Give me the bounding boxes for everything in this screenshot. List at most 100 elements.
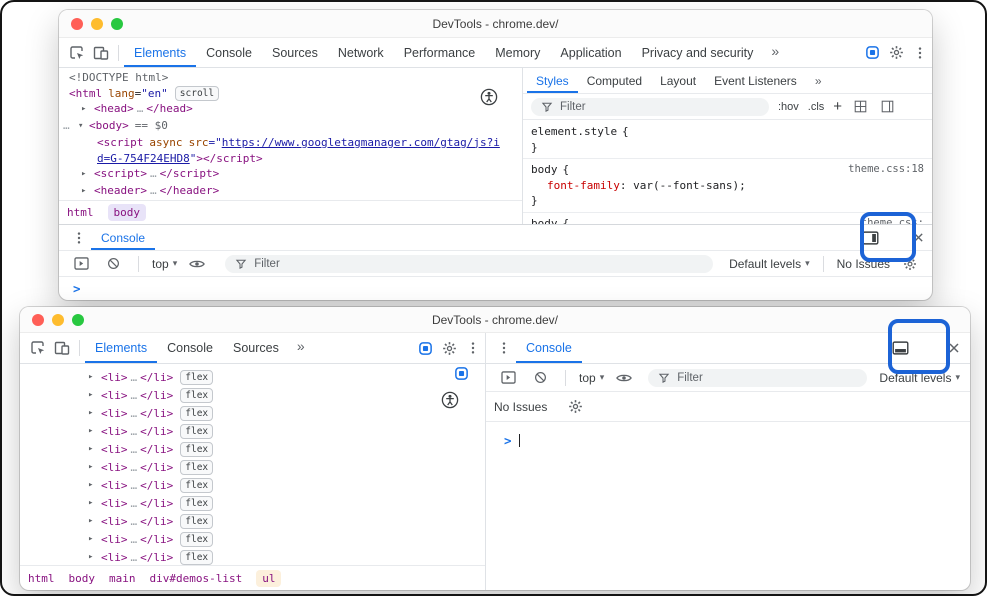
collapsed-content-ellipsis[interactable]: … — [128, 461, 141, 474]
device-toolbar-icon[interactable] — [50, 336, 74, 360]
tree-row[interactable]: ▸<li>…</li>flex — [20, 422, 485, 440]
collapsed-content-ellipsis[interactable]: … — [128, 479, 141, 492]
breadcrumb-item-html[interactable]: html — [67, 206, 94, 219]
grid-toggle-icon[interactable] — [851, 95, 869, 119]
collapsed-content-ellipsis[interactable]: … — [128, 425, 141, 438]
expand-arrow-icon[interactable]: ▸ — [81, 184, 94, 200]
accessibility-icon[interactable] — [480, 88, 498, 106]
flex-badge[interactable]: flex — [180, 496, 213, 511]
expand-arrow-icon[interactable]: ▸ — [88, 372, 101, 382]
zoom-window-button[interactable] — [72, 314, 84, 326]
expand-arrow-icon[interactable]: ▸ — [81, 167, 94, 183]
tree-row[interactable]: ▸<li>…</li>flex — [20, 386, 485, 404]
breadcrumb-item-demos-list[interactable]: div#demos-list — [150, 572, 243, 585]
tab-console[interactable]: Console — [196, 38, 262, 67]
stylesheet-link[interactable]: theme.css:18 — [848, 162, 924, 178]
console-sidebar-toggle-icon[interactable] — [69, 252, 93, 276]
dock-to-right-button[interactable] — [858, 226, 882, 250]
tree-row[interactable]: <!DOCTYPE html> — [59, 70, 522, 86]
tab-event-listeners[interactable]: Event Listeners — [705, 68, 806, 93]
more-tabs-button[interactable]: » — [763, 38, 787, 67]
context-selector[interactable]: top▾ — [152, 257, 177, 271]
console-prompt[interactable]: > — [59, 277, 932, 300]
flex-badge[interactable]: flex — [180, 478, 213, 493]
inspect-icon[interactable] — [26, 336, 50, 360]
tree-row[interactable]: ▸<li>…</li>flex — [20, 476, 485, 494]
flex-badge[interactable]: flex — [180, 370, 213, 385]
collapsed-content-ellipsis[interactable]: … — [128, 389, 141, 402]
collapse-arrow-icon[interactable]: ▾ — [78, 119, 89, 135]
expand-arrow-icon[interactable]: ▸ — [88, 480, 101, 490]
breadcrumb-item-html[interactable]: html — [28, 572, 55, 585]
css-rule[interactable]: body{theme.css: — [523, 216, 932, 225]
flex-badge[interactable]: flex — [180, 550, 213, 565]
close-window-button[interactable] — [32, 314, 44, 326]
log-level-selector[interactable]: Default levels▾ — [729, 257, 810, 271]
expand-arrow-icon[interactable]: ▸ — [88, 408, 101, 418]
collapsed-content-ellipsis[interactable]: … — [147, 167, 160, 180]
log-level-selector[interactable]: Default levels▾ — [879, 371, 960, 385]
breadcrumb-item-body[interactable]: body — [69, 572, 96, 585]
expand-arrow-icon[interactable]: ▸ — [88, 534, 101, 544]
device-toolbar-icon[interactable] — [89, 41, 113, 65]
console-filter-input[interactable]: Filter — [225, 255, 713, 273]
close-devtools-button[interactable] — [942, 336, 966, 360]
tab-console[interactable]: Console — [157, 333, 223, 363]
tab-styles[interactable]: Styles — [527, 68, 578, 93]
pane-toggle-icon[interactable] — [878, 95, 896, 119]
drawer-tab-console[interactable]: Console — [91, 225, 155, 250]
tab-memory[interactable]: Memory — [485, 38, 550, 67]
tree-row[interactable]: <htmllang="en"scroll — [59, 86, 522, 102]
tree-row[interactable]: ▸<li>…</li>flex — [20, 494, 485, 512]
settings-gear-icon[interactable] — [884, 41, 908, 65]
css-rule[interactable]: body{theme.css:18 — [523, 162, 932, 178]
collapsed-content-ellipsis[interactable]: … — [128, 371, 141, 384]
tree-row[interactable]: ▸<li>…</li>flex — [20, 440, 485, 458]
flex-badge[interactable]: flex — [180, 424, 213, 439]
inspect-icon[interactable] — [65, 41, 89, 65]
tab-sources[interactable]: Sources — [262, 38, 328, 67]
expand-arrow-icon[interactable]: ▸ — [88, 498, 101, 508]
collapsed-content-ellipsis[interactable]: … — [128, 443, 141, 456]
expand-arrow-icon[interactable]: ▸ — [88, 390, 101, 400]
tree-row-selected[interactable]: …▾<body>== $0 — [59, 118, 522, 135]
minimize-window-button[interactable] — [52, 314, 64, 326]
tree-row[interactable]: ▸<script>…</script> — [59, 166, 522, 183]
close-window-button[interactable] — [71, 18, 83, 30]
more-tabs-button[interactable]: » — [289, 333, 313, 363]
stylesheet-link[interactable]: theme.css: — [861, 216, 924, 225]
node-overflow-icon[interactable]: … — [63, 118, 78, 134]
collapsed-content-ellipsis[interactable]: … — [128, 515, 141, 528]
collapsed-content-ellipsis[interactable]: … — [128, 407, 141, 420]
console-filter-input[interactable]: Filter — [648, 369, 867, 387]
console-settings-gear-icon[interactable] — [563, 395, 587, 419]
sync-icon[interactable] — [860, 41, 884, 65]
console-sidebar-toggle-icon[interactable] — [496, 366, 520, 390]
tree-row[interactable]: ▸<head>…</head> — [59, 101, 522, 118]
scroll-badge[interactable]: scroll — [175, 86, 219, 101]
expand-arrow-icon[interactable]: ▸ — [81, 102, 94, 118]
console-prompt[interactable]: > — [486, 422, 970, 448]
collapsed-content-ellipsis[interactable]: … — [128, 551, 141, 564]
tree-row[interactable]: ▸<li>…</li>flex — [20, 404, 485, 422]
collapsed-content-ellipsis[interactable]: … — [147, 184, 160, 197]
drawer-tab-console[interactable]: Console — [516, 333, 582, 363]
tab-performance[interactable]: Performance — [394, 38, 486, 67]
tab-application[interactable]: Application — [550, 38, 631, 67]
tab-privacy-security[interactable]: Privacy and security — [632, 38, 764, 67]
breadcrumb-item-ul[interactable]: ul — [256, 570, 281, 587]
expand-arrow-icon[interactable]: ▸ — [88, 462, 101, 472]
tree-row[interactable]: ▸<li>…</li>flex — [20, 512, 485, 530]
drawer-menu-dots-icon[interactable] — [492, 336, 516, 360]
pseudo-state-button[interactable]: :hov — [778, 101, 799, 113]
css-declaration[interactable]: font-family: var(--font-sans); — [523, 178, 932, 194]
breadcrumb-item-body[interactable]: body — [108, 204, 147, 221]
flex-badge[interactable]: flex — [180, 442, 213, 457]
tree-row[interactable]: ▸<header>…</header> — [59, 183, 522, 200]
flex-badge[interactable]: flex — [180, 388, 213, 403]
styles-filter-input[interactable]: Filter — [531, 98, 769, 116]
tab-sources[interactable]: Sources — [223, 333, 289, 363]
zoom-window-button[interactable] — [111, 18, 123, 30]
css-rule[interactable]: element.style{ — [523, 124, 932, 140]
tree-row[interactable]: ▸<li>…</li>flex — [20, 548, 485, 565]
